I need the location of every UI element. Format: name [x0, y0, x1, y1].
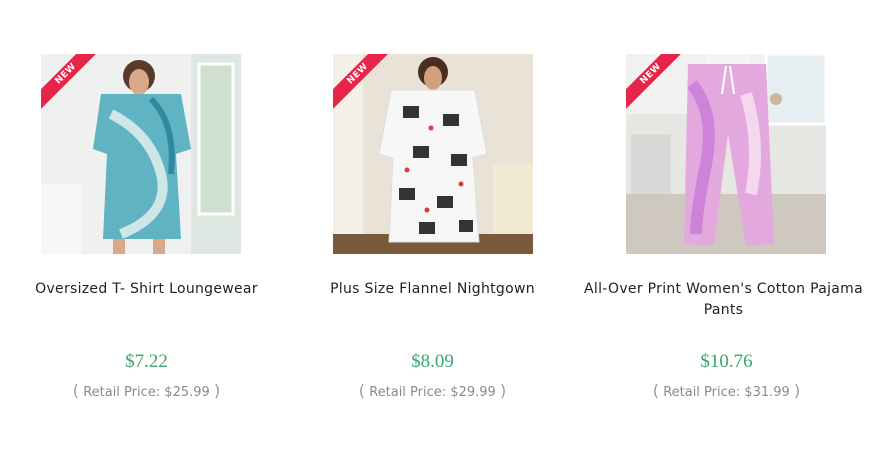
- product-image[interactable]: NEW: [333, 54, 533, 254]
- retail-open-paren: (: [72, 381, 80, 400]
- product-image[interactable]: NEW: [41, 54, 241, 254]
- retail-price-value: $31.99: [744, 385, 790, 400]
- retail-price-value: $29.99: [450, 385, 496, 400]
- product-photo: [626, 54, 826, 254]
- retail-price-label: Retail Price:: [663, 385, 741, 400]
- product-name[interactable]: All-Over Print Women's Cotton Pajama Pan…: [584, 279, 863, 321]
- retail-price-label: Retail Price:: [83, 385, 161, 400]
- product-name[interactable]: Oversized T- Shirt Loungewear: [0, 279, 293, 300]
- retail-open-paren: (: [652, 381, 660, 400]
- product-card[interactable]: NEW Oversized T- Shirt Loungewear $7.22 …: [0, 0, 293, 456]
- retail-close-paren: ): [499, 381, 507, 400]
- retail-price: ( Retail Price: $31.99 ): [580, 381, 873, 400]
- retail-open-paren: (: [358, 381, 366, 400]
- retail-price-value: $25.99: [164, 385, 210, 400]
- product-price: $10.76: [700, 351, 753, 372]
- product-name[interactable]: Plus Size Flannel Nightgown: [286, 279, 579, 300]
- retail-close-paren: ): [793, 381, 801, 400]
- retail-price: ( Retail Price: $29.99 ): [286, 381, 579, 400]
- product-photo: [333, 54, 533, 254]
- product-price: $8.09: [411, 351, 454, 372]
- retail-price-label: Retail Price:: [369, 385, 447, 400]
- retail-close-paren: ): [213, 381, 221, 400]
- product-card[interactable]: NEW Plus Size Flannel Nightgown $8.09 ( …: [286, 0, 579, 456]
- product-photo: [41, 54, 241, 254]
- product-card[interactable]: NEW All-Over Print Women's Cotton Pajama…: [580, 0, 873, 456]
- product-price: $7.22: [125, 351, 168, 372]
- product-image[interactable]: NEW: [626, 54, 826, 254]
- retail-price: ( Retail Price: $25.99 ): [0, 381, 293, 400]
